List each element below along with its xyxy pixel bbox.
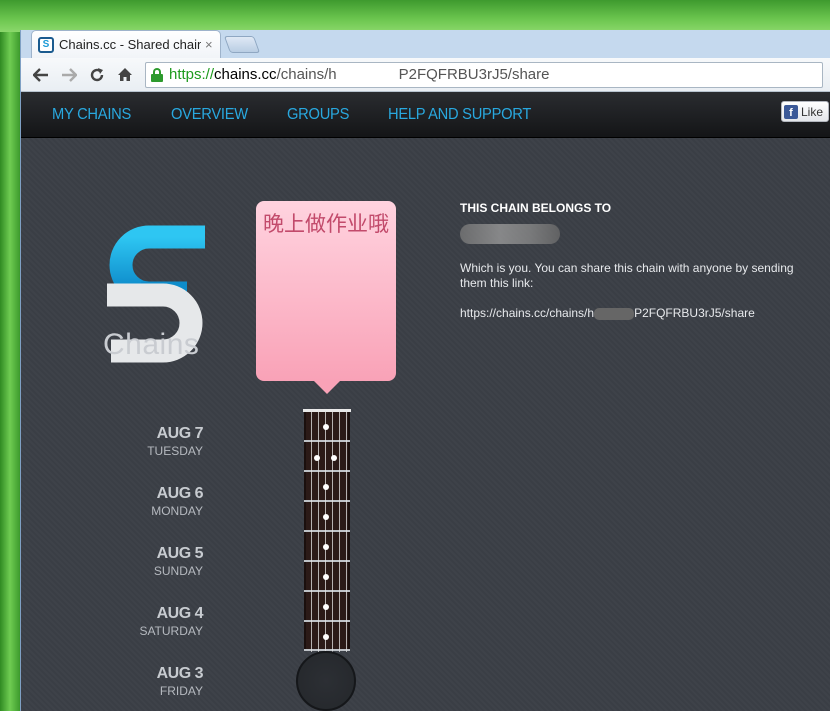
browser-toolbar: https:// chains.cc /chains/h P2FQFRBU3rJ… bbox=[21, 58, 830, 92]
day-weekday: TUESDAY bbox=[147, 444, 203, 458]
share-link-start: https://chains.cc/chains/h bbox=[460, 306, 595, 320]
owner-heading: THIS CHAIN BELONGS TO bbox=[460, 201, 612, 215]
fret-marker-dot bbox=[323, 484, 329, 490]
facebook-like-button[interactable]: f Like bbox=[780, 101, 829, 122]
reload-icon[interactable] bbox=[83, 62, 111, 88]
facebook-icon: f bbox=[783, 104, 798, 119]
back-arrow-icon[interactable] bbox=[27, 62, 55, 88]
fret-marker-dot bbox=[323, 634, 329, 640]
chain-name-bubble: 晚上做作业哦 bbox=[256, 201, 396, 381]
day-date: AUG 6 bbox=[156, 485, 204, 502]
day-weekday: MONDAY bbox=[151, 504, 203, 518]
chain-owner-panel: THIS CHAIN BELONGS TO Which is you. You … bbox=[460, 201, 820, 320]
guitar-string bbox=[346, 410, 347, 652]
fret-marker-dot bbox=[323, 514, 329, 520]
chain-day-entry: AUG 7 TUESDAY bbox=[147, 425, 203, 458]
forward-arrow-icon[interactable] bbox=[55, 62, 83, 88]
chain-day-entry: AUG 5 SUNDAY bbox=[153, 545, 204, 578]
day-date: AUG 7 bbox=[156, 425, 204, 442]
day-date: AUG 5 bbox=[156, 545, 204, 562]
day-weekday: SUNDAY bbox=[153, 564, 203, 578]
fret-marker-dot bbox=[323, 544, 329, 550]
nav-my-chains[interactable]: MY CHAINS bbox=[52, 106, 131, 124]
browser-window: S Chains.cc - Shared chain × https:// ch… bbox=[20, 30, 830, 711]
fret-marker-dot bbox=[323, 604, 329, 610]
nav-groups[interactable]: GROUPS bbox=[287, 106, 349, 124]
owner-name-redacted bbox=[460, 224, 560, 244]
lock-icon bbox=[150, 67, 164, 82]
url-host: chains.cc bbox=[214, 66, 277, 83]
url-path-end: P2FQFRBU3rJ5/share bbox=[398, 66, 550, 83]
fret-marker-dot bbox=[323, 574, 329, 580]
url-scheme: https:// bbox=[169, 66, 215, 83]
nav-help-and-support[interactable]: HELP AND SUPPORT bbox=[388, 106, 531, 124]
page-content: MY CHAINS OVERVIEW GROUPS HELP AND SUPPO… bbox=[21, 92, 830, 711]
home-icon[interactable] bbox=[111, 62, 139, 88]
tab-strip: S Chains.cc - Shared chain × bbox=[21, 30, 830, 58]
tab-title: Chains.cc - Shared chain bbox=[59, 37, 201, 52]
day-weekday: SATURDAY bbox=[139, 624, 203, 638]
close-tab-icon[interactable]: × bbox=[205, 37, 213, 52]
share-description: Which is you. You can share this chain w… bbox=[460, 261, 794, 290]
fret-marker-dot bbox=[314, 455, 320, 461]
share-link[interactable]: https://chains.cc/chains/h P2FQFRBU3rJ5/s… bbox=[460, 306, 820, 320]
fret-marker-dot bbox=[323, 424, 329, 430]
chain-day-entry: AUG 3 FRIDAY bbox=[156, 665, 204, 698]
site-navigation: MY CHAINS OVERVIEW GROUPS HELP AND SUPPO… bbox=[21, 92, 830, 138]
address-bar[interactable]: https:// chains.cc /chains/h P2FQFRBU3rJ… bbox=[145, 61, 823, 88]
guitar-string bbox=[332, 410, 333, 652]
bubble-tail bbox=[314, 381, 340, 394]
share-link-redacted bbox=[594, 307, 635, 320]
day-weekday: FRIDAY bbox=[159, 684, 203, 698]
guitar-string bbox=[339, 410, 340, 652]
browser-tab-active[interactable]: S Chains.cc - Shared chain × bbox=[31, 30, 221, 58]
chain-day-entry: AUG 6 MONDAY bbox=[151, 485, 203, 518]
new-tab-button[interactable] bbox=[223, 36, 261, 53]
day-date: AUG 4 bbox=[156, 605, 204, 622]
nav-overview[interactable]: OVERVIEW bbox=[171, 106, 248, 124]
desktop-wallpaper-left bbox=[0, 32, 20, 711]
guitar-string bbox=[325, 410, 326, 652]
facebook-like-label: Like bbox=[800, 104, 823, 119]
desktop-wallpaper-top bbox=[0, 0, 830, 32]
guitar-soundhole bbox=[296, 651, 356, 711]
guitar-string bbox=[318, 410, 319, 652]
chains-logo-text: Chains bbox=[103, 328, 200, 361]
url-path-start: /chains/h bbox=[276, 66, 337, 83]
guitar-string bbox=[311, 410, 312, 652]
fret-marker-dot bbox=[331, 455, 337, 461]
day-date: AUG 3 bbox=[156, 665, 204, 682]
chain-day-entry: AUG 4 SATURDAY bbox=[139, 605, 203, 638]
chains-favicon-icon: S bbox=[38, 36, 54, 53]
share-link-end: P2FQFRBU3rJ5/share bbox=[634, 306, 755, 320]
